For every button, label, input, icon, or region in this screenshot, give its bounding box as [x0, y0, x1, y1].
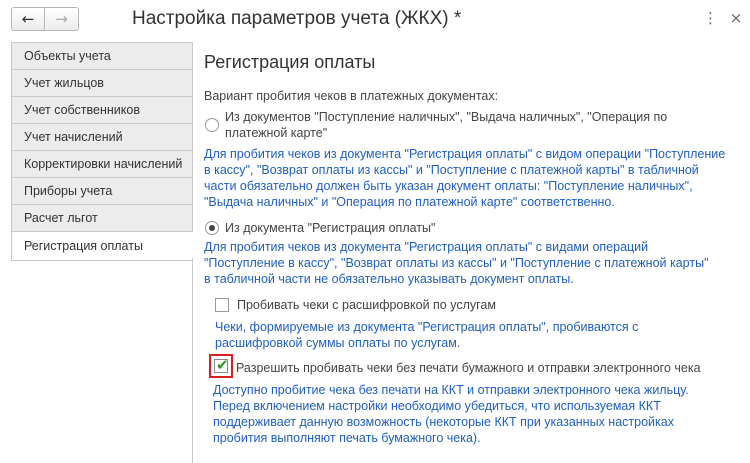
checkmark-icon: ✔ [216, 356, 229, 374]
tab-residents[interactable]: Учет жильцов [11, 69, 193, 96]
arrow-left-icon: ← [21, 10, 35, 28]
section-title: Регистрация оплаты [204, 52, 376, 72]
checkbox2-hint: Доступно пробитие чека без печати на ККТ… [213, 383, 689, 445]
checkbox-itemize-by-services-label[interactable]: Пробивать чеки с расшифровкой по услугам [237, 297, 496, 313]
kebab-menu-icon: ⋮ [703, 9, 718, 27]
option2-hint: Для пробития чеков из документа "Регистр… [204, 240, 709, 286]
tab-accrual-corrections[interactable]: Корректировки начислений [11, 150, 193, 177]
forward-button[interactable]: → [45, 7, 79, 31]
more-menu-button[interactable]: ⋮ [703, 9, 718, 29]
tab-payment-registration[interactable]: Регистрация оплаты [11, 231, 193, 261]
variant-label: Вариант пробития чеков в платежных докум… [204, 89, 499, 103]
tab-benefits[interactable]: Расчет льгот [11, 204, 193, 231]
close-button[interactable]: × [729, 9, 743, 29]
settings-tabs: Объекты учета Учет жильцов Учет собствен… [11, 42, 193, 261]
panel-divider [192, 258, 193, 463]
tab-owners[interactable]: Учет собственников [11, 96, 193, 123]
radio-option-payment-registration-label[interactable]: Из документа "Регистрация оплаты" [225, 220, 435, 236]
checkbox-allow-no-print-receipts[interactable]: ✔ [214, 356, 229, 374]
tab-meters[interactable]: Приборы учета [11, 177, 193, 204]
tab-objects[interactable]: Объекты учета [11, 42, 193, 69]
checkbox-allow-no-print-receipts-label[interactable]: Разрешить пробивать чеки без печати бума… [236, 360, 701, 376]
tab-accruals[interactable]: Учет начислений [11, 123, 193, 150]
checkbox1-hint: Чеки, формируемые из документа "Регистра… [215, 320, 639, 350]
option1-hint: Для пробития чеков из документа "Регистр… [204, 147, 726, 209]
title-bar: ← → Настройка параметров учета (ЖКХ) * ⋮… [0, 0, 750, 38]
radio-option-cash-documents-label[interactable]: Из документов "Поступление наличных", "В… [225, 109, 667, 141]
checkbox-itemize-by-services[interactable] [215, 298, 229, 312]
radio-option-payment-registration[interactable] [205, 221, 219, 235]
radio-option-cash-documents[interactable] [205, 118, 219, 132]
window-title: Настройка параметров учета (ЖКХ) * [132, 8, 462, 29]
navigation-buttons: ← → [11, 7, 79, 31]
close-icon: × [729, 9, 743, 27]
panel-divider [192, 42, 193, 231]
back-button[interactable]: ← [11, 7, 45, 31]
arrow-right-icon: → [55, 10, 68, 28]
settings-panel: Регистрация оплаты [204, 52, 744, 76]
